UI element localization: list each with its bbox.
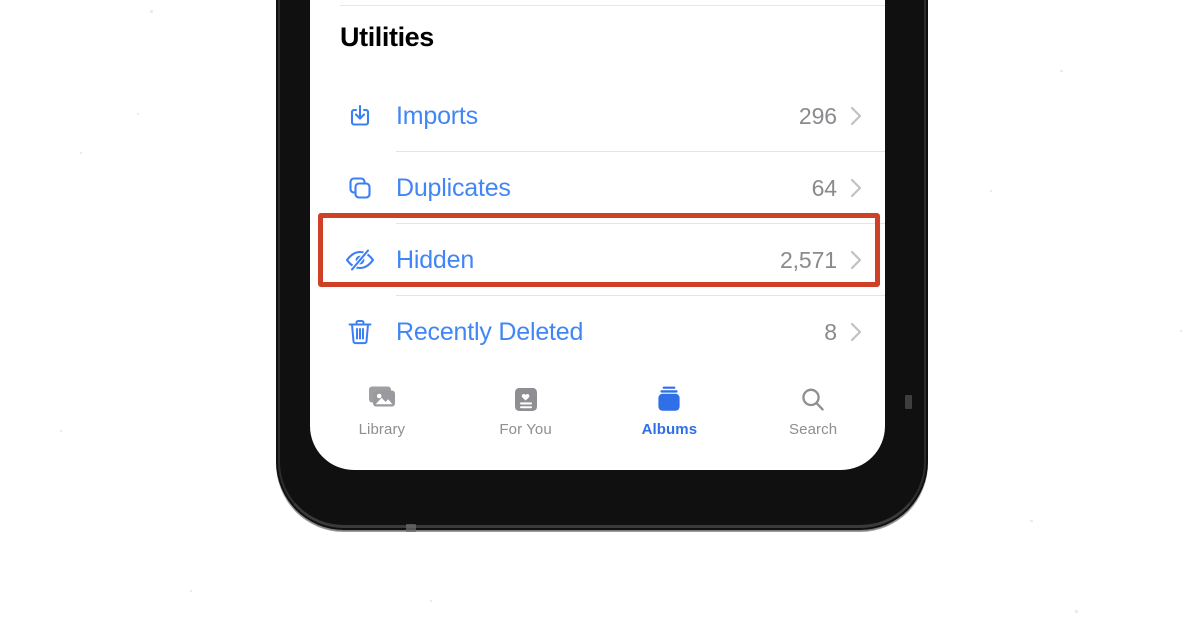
import-tray-icon bbox=[340, 96, 380, 136]
background-speck bbox=[990, 190, 992, 192]
trash-icon bbox=[340, 312, 380, 352]
tab-label: Library bbox=[358, 421, 406, 438]
antenna-band-right bbox=[905, 395, 912, 409]
tab-label: Albums bbox=[641, 421, 698, 438]
list-row-count: 2,571 bbox=[779, 246, 837, 273]
albums-stack-icon bbox=[653, 382, 685, 418]
background-speck bbox=[1030, 520, 1033, 522]
list-row-hidden[interactable]: Hidden 2,571 bbox=[310, 224, 885, 296]
list-row-count: 296 bbox=[798, 102, 837, 129]
magnifier-icon bbox=[797, 382, 829, 418]
background-speck bbox=[1060, 70, 1063, 72]
section-header-utilities: Utilities bbox=[340, 22, 434, 52]
tab-label: For You bbox=[499, 421, 552, 438]
phone-screen: Utilities Imports 296 Duplicates 64 Hidd… bbox=[310, 0, 885, 470]
photo-stack-icon bbox=[365, 382, 399, 418]
chevron-right-icon bbox=[849, 177, 863, 199]
list-row-imports[interactable]: Imports 296 bbox=[310, 80, 885, 152]
list-row-label: Recently Deleted bbox=[396, 317, 584, 346]
list-row-count: 64 bbox=[811, 174, 837, 201]
list-row-recently-deleted[interactable]: Recently Deleted 8 bbox=[310, 296, 885, 368]
antenna-band bbox=[406, 524, 416, 532]
utilities-list: Imports 296 Duplicates 64 Hidden 2,571 R… bbox=[310, 80, 885, 368]
tab-albums[interactable]: Albums bbox=[598, 378, 742, 438]
background-speck bbox=[137, 113, 139, 115]
tab-library[interactable]: Library bbox=[310, 378, 454, 438]
tab-label: Search bbox=[789, 421, 838, 438]
list-row-count: 8 bbox=[824, 318, 837, 345]
list-row-label: Hidden bbox=[396, 245, 475, 274]
background-speck bbox=[1075, 610, 1078, 613]
heart-card-icon bbox=[511, 382, 541, 418]
tab-search[interactable]: Search bbox=[741, 378, 885, 438]
chevron-right-icon bbox=[849, 321, 863, 343]
list-row-duplicates[interactable]: Duplicates 64 bbox=[310, 152, 885, 224]
chevron-right-icon bbox=[849, 105, 863, 127]
duplicates-icon bbox=[340, 168, 380, 208]
background-speck bbox=[150, 10, 153, 13]
background-speck bbox=[190, 590, 192, 592]
background-speck bbox=[1180, 330, 1182, 332]
content-top-hairline bbox=[340, 5, 885, 6]
background-speck bbox=[430, 600, 432, 602]
background-speck bbox=[80, 152, 82, 154]
chevron-right-icon bbox=[849, 249, 863, 271]
tab-bar: Library For You Albums Search bbox=[310, 378, 885, 452]
list-row-label: Duplicates bbox=[396, 173, 511, 202]
background-speck bbox=[60, 430, 62, 432]
tab-for-you[interactable]: For You bbox=[454, 378, 598, 438]
eye-slash-icon bbox=[340, 240, 380, 280]
list-row-label: Imports bbox=[396, 101, 478, 130]
